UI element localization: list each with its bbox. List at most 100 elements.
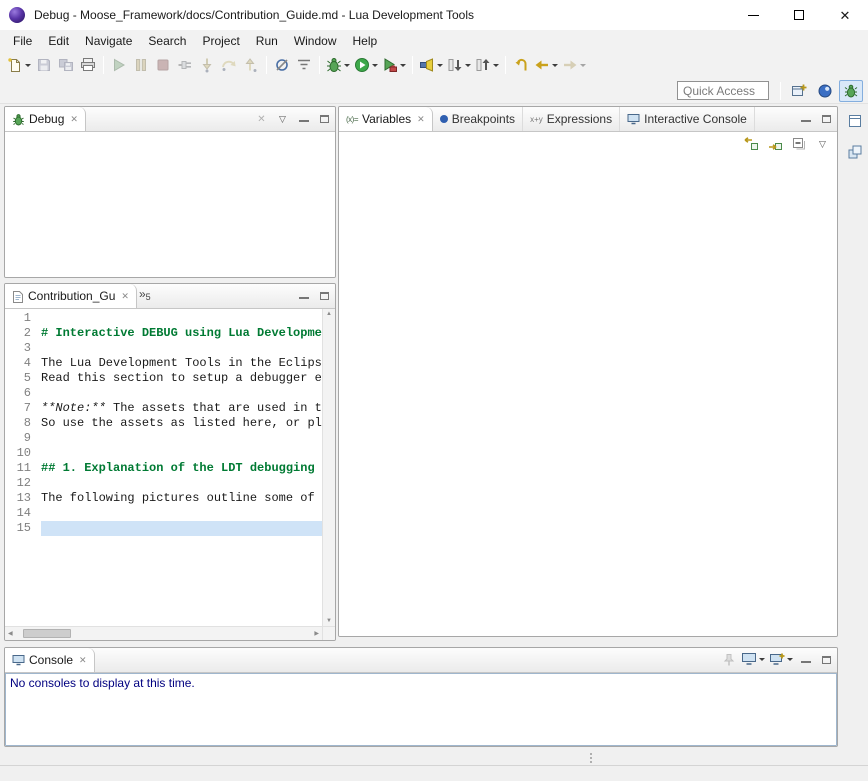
- code-line[interactable]: 12: [5, 476, 322, 491]
- show-type-names-button[interactable]: [740, 133, 762, 155]
- remove-terminated-button[interactable]: ✕: [251, 107, 272, 131]
- next-annotation-button[interactable]: [445, 54, 473, 76]
- menu-search[interactable]: Search: [140, 31, 194, 51]
- display-selected-console-button[interactable]: [739, 648, 767, 670]
- previous-annotation-button[interactable]: [473, 54, 501, 76]
- menu-edit[interactable]: Edit: [40, 31, 77, 51]
- perspective-debug-button[interactable]: [839, 80, 863, 102]
- line-number[interactable]: 11: [5, 461, 41, 476]
- variables-view-menu-button[interactable]: ▽: [812, 140, 833, 149]
- perspective-lua-button[interactable]: [813, 80, 837, 102]
- code-line[interactable]: 4The Lua Development Tools in the Eclips…: [5, 356, 322, 371]
- skip-all-breakpoints-button[interactable]: [271, 54, 293, 76]
- scrollbar-thumb[interactable]: [23, 629, 71, 638]
- line-number[interactable]: 6: [5, 386, 41, 401]
- line-number[interactable]: 2: [5, 326, 41, 341]
- tab-close-icon[interactable]: ✕: [417, 115, 425, 124]
- code-line[interactable]: 1: [5, 311, 322, 326]
- tab-console[interactable]: Console ✕: [5, 648, 95, 672]
- collapse-all-button[interactable]: [788, 133, 810, 155]
- code-line[interactable]: 6: [5, 386, 322, 401]
- code-line[interactable]: 11## 1. Explanation of the LDT debugging…: [5, 461, 322, 476]
- tab-debug[interactable]: Debug ✕: [5, 107, 86, 131]
- step-over-button[interactable]: [218, 54, 240, 76]
- tab-variables[interactable]: (x)= Variables ✕: [339, 107, 433, 131]
- suspend-button[interactable]: [130, 54, 152, 76]
- line-number[interactable]: 9: [5, 431, 41, 446]
- last-edit-location-button[interactable]: [510, 54, 532, 76]
- code-line[interactable]: 5Read this section to setup a debugger e…: [5, 371, 322, 386]
- hidden-editors-chevron[interactable]: » 5: [137, 284, 157, 308]
- code-line[interactable]: 2# Interactive DEBUG using Lua Developme…: [5, 326, 322, 341]
- menu-help[interactable]: Help: [345, 31, 386, 51]
- save-button[interactable]: [33, 54, 55, 76]
- debug-button[interactable]: [324, 54, 352, 76]
- step-return-button[interactable]: [240, 54, 262, 76]
- search-button[interactable]: [417, 54, 445, 76]
- menu-file[interactable]: File: [5, 31, 40, 51]
- window-close-button[interactable]: ✕: [822, 0, 868, 30]
- code-line[interactable]: 8So use the assets as listed here, or pl…: [5, 416, 322, 431]
- line-number[interactable]: 14: [5, 506, 41, 521]
- debug-minimize-button[interactable]: [293, 107, 314, 131]
- console-maximize-button[interactable]: [816, 648, 837, 672]
- editor-maximize-button[interactable]: [314, 284, 335, 308]
- line-number[interactable]: 10: [5, 446, 41, 461]
- editor-vertical-scrollbar[interactable]: ▲ ▼: [322, 309, 335, 626]
- scroll-up-icon[interactable]: ▲: [326, 311, 332, 317]
- resume-button[interactable]: [108, 54, 130, 76]
- sash-handle[interactable]: [590, 753, 592, 763]
- menu-project[interactable]: Project: [194, 31, 247, 51]
- terminate-button[interactable]: [152, 54, 174, 76]
- code-line[interactable]: 10: [5, 446, 322, 461]
- debug-view-content[interactable]: [5, 132, 335, 277]
- code-line[interactable]: 7**Note:** The assets that are used in t…: [5, 401, 322, 416]
- code-line[interactable]: 13The following pictures outline some of…: [5, 491, 322, 506]
- minimized-view-grid-button[interactable]: [845, 142, 865, 162]
- code-line[interactable]: 9: [5, 431, 322, 446]
- variables-minimize-button[interactable]: [795, 107, 816, 131]
- console-content[interactable]: No consoles to display at this time.: [5, 673, 837, 746]
- tab-interactive-console[interactable]: Interactive Console: [620, 107, 755, 131]
- line-number[interactable]: 12: [5, 476, 41, 491]
- external-tools-button[interactable]: [380, 54, 408, 76]
- quick-access-input[interactable]: Quick Access: [677, 81, 769, 100]
- variables-content[interactable]: [339, 156, 837, 636]
- tab-breakpoints[interactable]: Breakpoints: [433, 107, 523, 131]
- line-number[interactable]: 8: [5, 416, 41, 431]
- show-logical-structures-button[interactable]: [764, 133, 786, 155]
- use-step-filters-button[interactable]: [293, 54, 315, 76]
- editor-minimize-button[interactable]: [293, 284, 314, 308]
- new-button[interactable]: [5, 54, 33, 76]
- save-all-button[interactable]: [55, 54, 77, 76]
- line-number[interactable]: 13: [5, 491, 41, 506]
- pin-console-button[interactable]: [718, 648, 739, 672]
- tab-expressions[interactable]: x+y Expressions: [523, 107, 620, 131]
- console-minimize-button[interactable]: [795, 648, 816, 672]
- window-maximize-button[interactable]: [776, 0, 822, 30]
- variables-maximize-button[interactable]: [816, 107, 837, 131]
- window-minimize-button[interactable]: [730, 0, 776, 30]
- scroll-left-icon[interactable]: ◀: [8, 630, 13, 637]
- open-perspective-button[interactable]: [787, 80, 811, 102]
- tab-contribution-guide[interactable]: Contribution_Gu ✕: [5, 284, 137, 308]
- editor-horizontal-scrollbar[interactable]: ◀ ▶: [5, 627, 322, 640]
- scroll-right-icon[interactable]: ▶: [314, 630, 319, 637]
- scroll-down-icon[interactable]: ▼: [326, 618, 332, 624]
- line-number[interactable]: 15: [5, 521, 41, 536]
- debug-view-menu-button[interactable]: ▽: [272, 107, 293, 131]
- menu-navigate[interactable]: Navigate: [77, 31, 140, 51]
- print-button[interactable]: [77, 54, 99, 76]
- code-line[interactable]: 3: [5, 341, 322, 356]
- tab-close-icon[interactable]: ✕: [70, 115, 78, 124]
- step-into-button[interactable]: [196, 54, 218, 76]
- run-button[interactable]: [352, 54, 380, 76]
- debug-maximize-button[interactable]: [314, 107, 335, 131]
- back-button[interactable]: [532, 54, 560, 76]
- line-number[interactable]: 3: [5, 341, 41, 356]
- code-line[interactable]: 15: [5, 521, 322, 536]
- line-number[interactable]: 1: [5, 311, 41, 326]
- line-number[interactable]: 4: [5, 356, 41, 371]
- disconnect-button[interactable]: [174, 54, 196, 76]
- code-line[interactable]: 14: [5, 506, 322, 521]
